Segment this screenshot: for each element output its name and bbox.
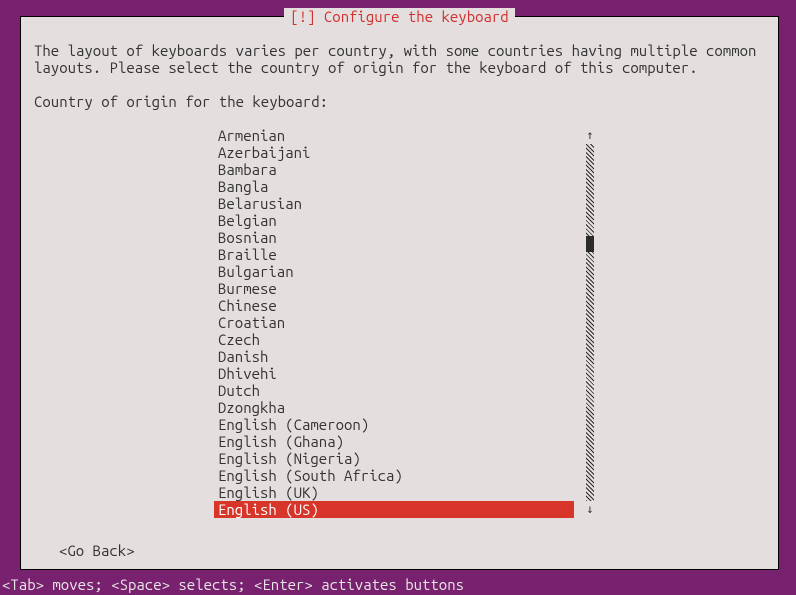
list-item[interactable]: Dutch [214, 382, 574, 399]
list-item[interactable]: English (US) [214, 501, 574, 518]
list-item[interactable]: Armenian [214, 127, 574, 144]
description-text: The layout of keyboards varies per count… [34, 42, 765, 76]
scroll-thumb[interactable] [586, 236, 594, 252]
keyboard-list[interactable]: ArmenianAzerbaijaniBambaraBanglaBelarusi… [214, 127, 574, 518]
list-item[interactable]: English (South Africa) [214, 467, 574, 484]
list-item[interactable]: Bulgarian [214, 263, 574, 280]
list-item[interactable]: Dhivehi [214, 365, 574, 382]
list-item[interactable]: Bambara [214, 161, 574, 178]
list-item[interactable]: English (Ghana) [214, 433, 574, 450]
list-item[interactable]: Dzongkha [214, 399, 574, 416]
list-item[interactable]: Braille [214, 246, 574, 263]
prompt-text: Country of origin for the keyboard: [34, 93, 765, 110]
list-item[interactable]: Burmese [214, 280, 574, 297]
scrollbar[interactable]: ↑ ↓ [584, 127, 596, 518]
list-item[interactable]: English (UK) [214, 484, 574, 501]
go-back-button[interactable]: <Go Back> [59, 542, 765, 559]
list-item[interactable]: Bosnian [214, 229, 574, 246]
list-item[interactable]: Croatian [214, 314, 574, 331]
list-item[interactable]: English (Cameroon) [214, 416, 574, 433]
list-item[interactable]: Belgian [214, 212, 574, 229]
dialog-frame: [!] Configure the keyboard The layout of… [20, 16, 779, 570]
list-item[interactable]: Chinese [214, 297, 574, 314]
title-bar: [!] Configure the keyboard [21, 8, 778, 25]
list-item[interactable]: Danish [214, 348, 574, 365]
list-item[interactable]: Czech [214, 331, 574, 348]
list-item[interactable]: English (Nigeria) [214, 450, 574, 467]
list-item[interactable]: Azerbaijani [214, 144, 574, 161]
scroll-down-icon[interactable]: ↓ [586, 501, 593, 518]
list-item[interactable]: Belarusian [214, 195, 574, 212]
scroll-up-icon[interactable]: ↑ [586, 127, 593, 144]
scroll-track[interactable] [586, 144, 594, 501]
list-item[interactable]: Bangla [214, 178, 574, 195]
keyboard-list-area: ArmenianAzerbaijaniBambaraBanglaBelarusi… [214, 127, 602, 518]
dialog-title: [!] Configure the keyboard [284, 8, 514, 25]
help-line: <Tab> moves; <Space> selects; <Enter> ac… [0, 576, 796, 593]
dialog-content: The layout of keyboards varies per count… [34, 42, 765, 559]
